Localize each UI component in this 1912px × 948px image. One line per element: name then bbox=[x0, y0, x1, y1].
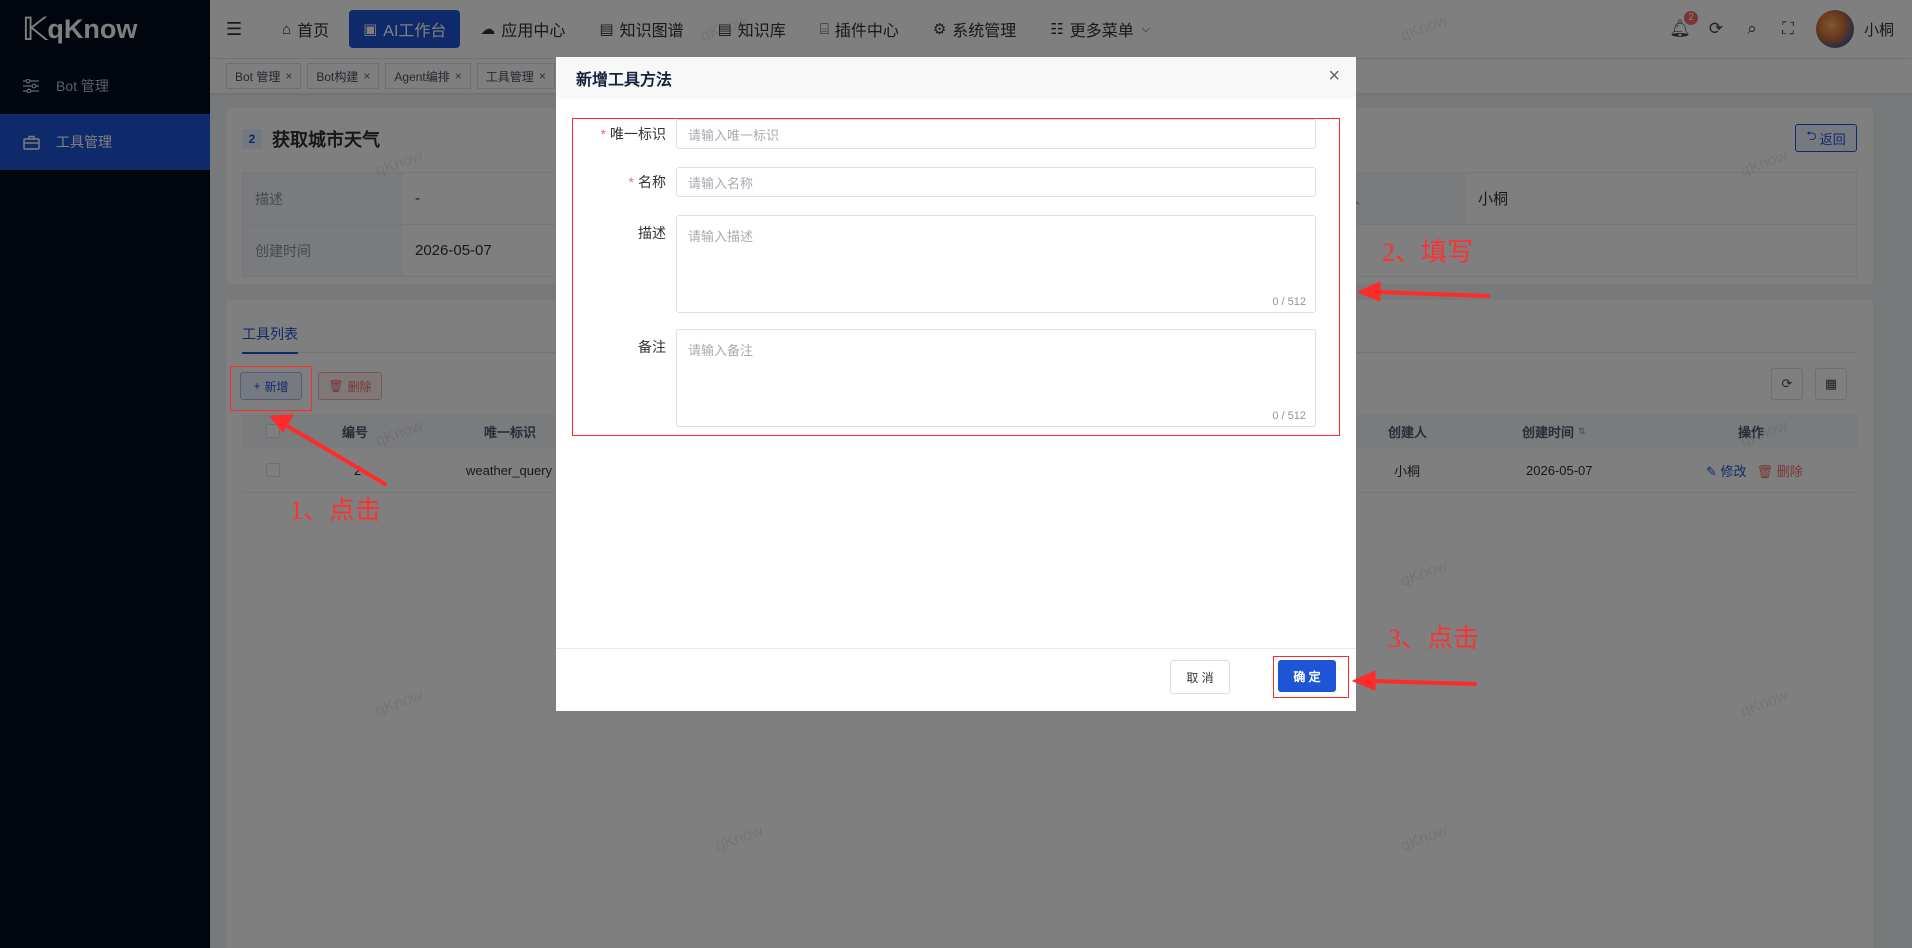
annotation-step3: 3、点击 bbox=[1388, 624, 1480, 653]
close-icon[interactable]: × bbox=[1328, 65, 1340, 88]
cancel-button[interactable]: 取 消 bbox=[1170, 660, 1230, 694]
highlight-add-button bbox=[230, 366, 312, 411]
dialog-footer: 取 消 确 定 bbox=[556, 648, 1356, 711]
annotation-step2: 2、填写 bbox=[1382, 238, 1474, 267]
annotation-step1: 1、点击 bbox=[290, 496, 382, 525]
highlight-form-area bbox=[572, 118, 1340, 436]
highlight-confirm-button bbox=[1273, 656, 1349, 698]
dialog-title: 新增工具方法 bbox=[556, 57, 1356, 99]
